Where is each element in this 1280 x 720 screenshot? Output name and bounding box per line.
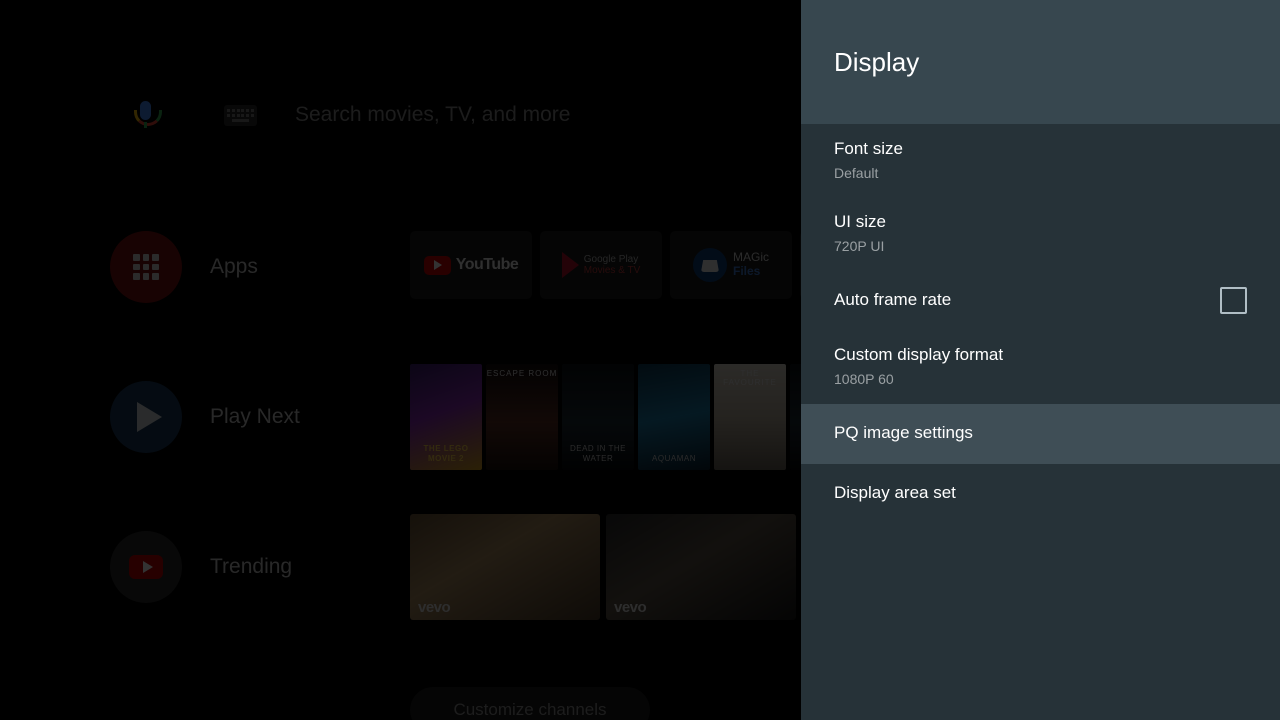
channel-row-trending: Trending vevo vevo [0,514,800,620]
channel-row-apps: Apps YouTube Google Play Movies & TV MAG… [0,231,922,303]
app-tile-magic-files[interactable]: MAGic Files [670,231,792,299]
youtube-icon [423,255,451,275]
poster-title: Dead in the Water [569,444,627,463]
keyboard-icon[interactable] [224,105,257,126]
panel-header: Display [801,0,1280,124]
setting-subtitle: 1080P 60 [834,371,894,388]
magic-files-icon [693,248,727,282]
trending-thumb-strip: vevo vevo [410,514,796,620]
poster-item[interactable]: Escape Room [486,364,558,470]
video-thumbnail[interactable]: vevo [410,514,600,620]
setting-title: Font size [834,139,903,158]
channel-label-play-next: Play Next [210,405,300,428]
poster-title: Aquaman [652,454,696,463]
auto-frame-rate-checkbox[interactable] [1220,286,1247,314]
poster-title: Escape Room [486,369,558,378]
search-bar[interactable]: Search movies, TV, and more [0,92,800,138]
app-tile-label-line1: Google Play [583,253,639,265]
microphone-icon[interactable] [131,92,162,138]
setting-title: PQ image settings [834,423,973,443]
customize-channels-button[interactable]: Customize channels [410,687,650,720]
play-triangle-icon[interactable] [110,381,182,453]
setting-row-pq-image-settings[interactable]: PQ image settings [801,403,1280,464]
channel-row-play-next: Play Next The Lego Movie 2 Escape Room D… [0,364,862,470]
app-tile-label-line1: MAGic [733,250,769,265]
app-tile-youtube[interactable]: YouTube [410,231,532,299]
apps-grid-icon[interactable] [110,231,182,303]
setting-title: UI size [834,212,886,232]
app-tile-google-play-movies[interactable]: Google Play Movies & TV [540,231,662,299]
page-title: Display [834,46,920,77]
search-input[interactable]: Search movies, TV, and more [295,103,570,127]
setting-row-auto-frame-rate[interactable]: Auto frame rate [801,270,1280,330]
poster-title: The Favourite [723,369,777,387]
channel-label-trending: Trending [210,555,293,578]
setting-title: Custom display format [834,345,1004,365]
app-tile-label-line2: Files [733,264,761,278]
poster-title: The Lego Movie 2 [423,444,469,463]
setting-subtitle: 720P UI [834,238,885,255]
app-tile-label: YouTube [455,256,519,273]
app-tile-label-line2: Movies & TV [583,265,641,276]
poster-item[interactable]: Dead in the Water [562,364,634,470]
setting-row-display-area-set[interactable]: Display area set [801,464,1280,524]
setting-row-ui-size[interactable]: UI size 720P UI [801,197,1280,270]
display-settings-panel: Display Font size Default UI size 720P U… [801,0,1280,720]
setting-row-custom-display-format[interactable]: Custom display format 1080P 60 [801,330,1280,403]
vevo-watermark: vevo [614,599,647,616]
play-next-poster-strip: The Lego Movie 2 Escape Room Dead in the… [410,364,862,470]
poster-item[interactable]: The Lego Movie 2 [410,364,482,470]
tv-screen: Search movies, TV, and more Apps YouTube [0,0,1280,720]
setting-title: Display area set [834,483,956,503]
setting-subtitle: Default [834,164,879,181]
video-thumbnail[interactable]: vevo [606,514,796,620]
setting-row-font-size[interactable]: Font size Default [801,124,1280,197]
channel-label-apps: Apps [210,255,258,278]
youtube-icon[interactable] [110,531,182,603]
settings-list: Font size Default UI size 720P UI Auto f… [801,124,1280,720]
google-play-icon [561,252,579,278]
setting-title: Auto frame rate [834,290,952,309]
poster-item[interactable]: The Favourite [714,364,786,470]
vevo-watermark: vevo [418,599,451,616]
poster-item[interactable]: Aquaman [638,364,710,470]
